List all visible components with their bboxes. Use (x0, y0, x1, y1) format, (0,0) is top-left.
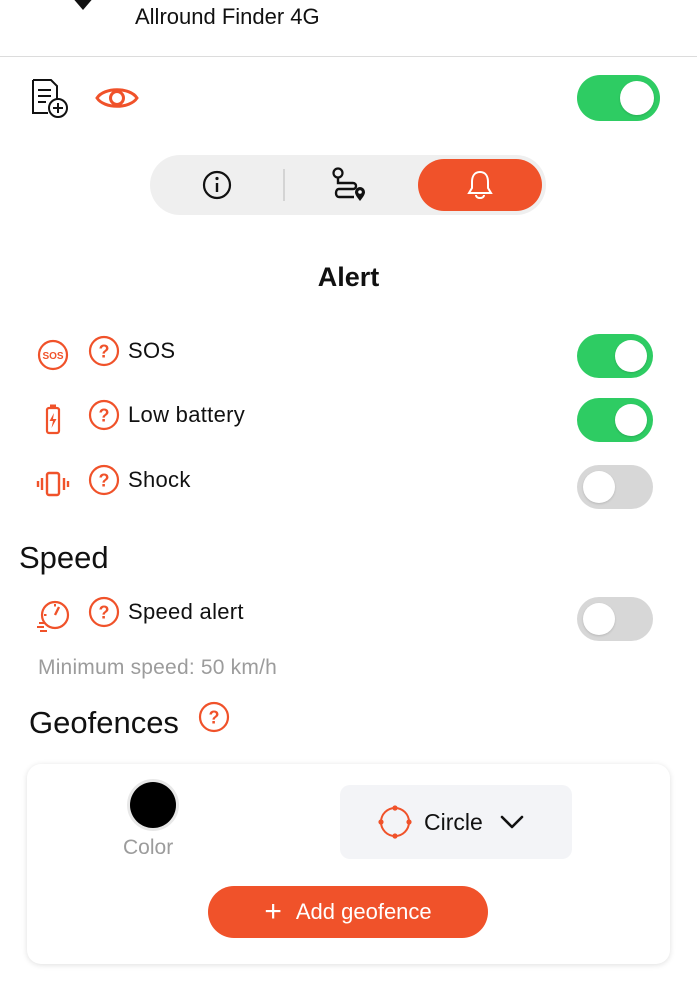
svg-text:?: ? (99, 603, 110, 623)
sos-icon: SOS (37, 339, 69, 371)
help-icon[interactable]: ? (88, 596, 120, 628)
add-note-icon[interactable] (28, 77, 70, 119)
minimum-speed-text[interactable]: Minimum speed: 50 km/h (38, 656, 277, 680)
help-icon[interactable]: ? (88, 399, 120, 431)
route-icon (332, 167, 365, 201)
circle-shape-icon (378, 805, 412, 839)
alert-row-low-battery: ? Low battery (0, 394, 697, 444)
alert-row-shock: ? Shock (0, 459, 697, 509)
toolbar (0, 57, 697, 137)
sos-toggle[interactable] (577, 334, 653, 378)
svg-text:?: ? (99, 406, 110, 426)
help-icon[interactable]: ? (88, 464, 120, 496)
tab-route[interactable] (285, 155, 413, 215)
tab-alert[interactable] (418, 159, 542, 211)
svg-text:?: ? (209, 708, 220, 728)
vibration-icon (36, 471, 70, 497)
color-picker[interactable] (130, 782, 176, 828)
location-pin-icon (74, 0, 92, 10)
speed-alert-row: ? Speed alert (0, 591, 697, 641)
geofences-title: Geofences (29, 705, 179, 740)
svg-text:?: ? (99, 342, 110, 362)
help-icon[interactable]: ? (88, 335, 120, 367)
add-geofence-label: Add geofence (295, 899, 432, 924)
alert-label: SOS (128, 338, 176, 363)
alert-title: Alert (317, 262, 380, 292)
battery-icon (45, 404, 61, 435)
shape-dropdown[interactable]: Circle (340, 785, 572, 859)
bell-icon (467, 170, 493, 199)
svg-text:SOS: SOS (42, 351, 63, 362)
plus-icon: + (264, 895, 282, 928)
toggle-knob (583, 603, 615, 635)
shape-value: Circle (424, 809, 483, 835)
svg-text:?: ? (99, 471, 110, 491)
device-title: Allround Finder 4G (135, 4, 320, 29)
toggle-knob (615, 340, 647, 372)
eye-icon[interactable] (94, 83, 140, 113)
color-label: Color (123, 836, 174, 859)
alert-label: Low battery (128, 402, 246, 427)
speed-alert-label: Speed alert (128, 599, 244, 624)
tab-info[interactable] (150, 155, 283, 215)
geofence-card: Color Circle + Add geofence (27, 764, 670, 964)
tab-bar (150, 155, 546, 215)
toggle-knob (583, 471, 615, 503)
speedometer-icon (37, 600, 70, 632)
chevron-down-icon (500, 815, 524, 829)
toggle-knob (615, 404, 647, 436)
toggle-knob (620, 81, 654, 115)
shock-toggle[interactable] (577, 465, 653, 509)
alert-label: Shock (128, 467, 191, 492)
speed-alert-toggle[interactable] (577, 597, 653, 641)
add-geofence-button[interactable]: + Add geofence (208, 886, 488, 938)
speed-title: Speed (19, 540, 109, 575)
info-icon (202, 170, 231, 200)
low-battery-toggle[interactable] (577, 398, 653, 442)
alert-row-sos: SOS ? SOS (0, 330, 697, 380)
help-icon[interactable]: ? (198, 701, 230, 733)
header: Allround Finder 4G (0, 0, 697, 57)
visibility-toggle[interactable] (577, 75, 660, 121)
